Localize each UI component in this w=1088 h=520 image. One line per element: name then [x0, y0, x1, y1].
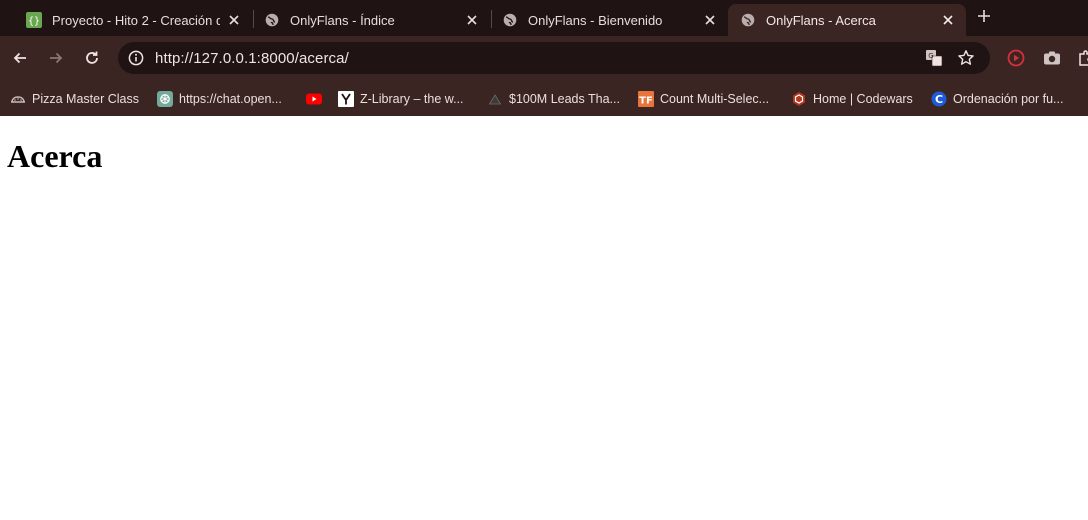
- tab-title: OnlyFlans - Bienvenido: [528, 12, 663, 28]
- bookmark-youtube[interactable]: [306, 90, 328, 108]
- tab-strip: {} Proyecto - Hito 2 - Creación d OnlyFl…: [0, 0, 1088, 36]
- svg-text:{}: {}: [28, 16, 40, 27]
- bookmark-label: Home | Codewars: [813, 92, 913, 106]
- svg-text:TF: TF: [639, 96, 653, 107]
- camera-icon[interactable]: [1042, 48, 1062, 68]
- reload-icon: [86, 51, 98, 64]
- extensions-puzzle-icon[interactable]: [1076, 48, 1088, 68]
- close-icon[interactable]: [702, 12, 718, 28]
- pizza-icon: [10, 91, 26, 107]
- browser-toolbar: http://127.0.0.1:8000/acerca/ G: [0, 36, 1088, 80]
- back-button[interactable]: [10, 48, 30, 68]
- arrow-left-icon: [13, 52, 26, 64]
- page-content: Acerca: [0, 116, 1088, 520]
- bookmark-100m-leads[interactable]: $100M Leads Tha...: [487, 90, 620, 108]
- close-icon[interactable]: [464, 12, 480, 28]
- bookmark-zlibrary[interactable]: Z-Library – the w...: [338, 90, 464, 108]
- tab-onlyflans-bienvenido[interactable]: OnlyFlans - Bienvenido: [490, 4, 728, 36]
- triangle-icon: [487, 91, 503, 107]
- bookmark-label: Count Multi-Selec...: [660, 92, 770, 106]
- tab-onlyflans-acerca[interactable]: OnlyFlans - Acerca: [728, 4, 966, 36]
- close-icon[interactable]: [226, 12, 242, 28]
- site-info-icon[interactable]: [126, 48, 146, 68]
- globe-icon: [740, 12, 756, 28]
- bookmark-ordenacion[interactable]: C Ordenación por fu...: [931, 90, 1063, 108]
- openai-icon: [157, 91, 173, 107]
- zlibrary-icon: [338, 91, 354, 107]
- bookmark-label: Ordenación por fu...: [953, 92, 1064, 106]
- tf-icon: TF: [638, 91, 654, 107]
- globe-icon: [502, 12, 518, 28]
- extension-record-icon[interactable]: [1006, 48, 1026, 68]
- star-icon[interactable]: [956, 48, 976, 68]
- page-heading: Acerca: [7, 138, 103, 174]
- bookmark-label: https://chat.open...: [179, 92, 282, 106]
- youtube-icon: [306, 91, 322, 107]
- plus-icon: [978, 10, 990, 22]
- bookmark-chat-openai[interactable]: https://chat.open...: [157, 90, 282, 108]
- bookmark-pizza-master-class[interactable]: Pizza Master Class: [10, 90, 139, 108]
- tab-title: OnlyFlans - Índice: [290, 12, 395, 28]
- bookmark-label: $100M Leads Tha...: [509, 92, 620, 106]
- tab-title: OnlyFlans - Acerca: [766, 12, 876, 28]
- bookmark-codewars[interactable]: Home | Codewars: [791, 90, 913, 108]
- address-bar[interactable]: http://127.0.0.1:8000/acerca/ G: [118, 42, 990, 74]
- reload-button[interactable]: [82, 48, 102, 68]
- svg-text:C: C: [935, 93, 943, 106]
- bookmarks-bar: Pizza Master Class https://chat.open... …: [0, 80, 1088, 116]
- c-icon: C: [931, 91, 947, 107]
- forward-button[interactable]: [46, 48, 66, 68]
- close-icon[interactable]: [940, 12, 956, 28]
- bookmark-label: Z-Library – the w...: [360, 92, 464, 106]
- tab-proyecto[interactable]: {} Proyecto - Hito 2 - Creación d: [14, 4, 252, 36]
- new-tab-button[interactable]: [974, 6, 994, 26]
- url-text[interactable]: http://127.0.0.1:8000/acerca/: [155, 50, 349, 67]
- arrow-right-icon: [50, 52, 63, 64]
- bookmark-label: Pizza Master Class: [32, 92, 139, 106]
- bookmark-count-multi-select[interactable]: TF Count Multi-Selec...: [638, 90, 769, 108]
- globe-icon: [264, 12, 280, 28]
- tab-title: Proyecto - Hito 2 - Creación d: [52, 12, 220, 28]
- code-braces-icon: {}: [26, 12, 42, 28]
- tab-onlyflans-indice[interactable]: OnlyFlans - Índice: [252, 4, 490, 36]
- codewars-icon: [791, 91, 807, 107]
- translate-icon[interactable]: G: [924, 48, 944, 68]
- svg-text:G: G: [928, 52, 933, 60]
